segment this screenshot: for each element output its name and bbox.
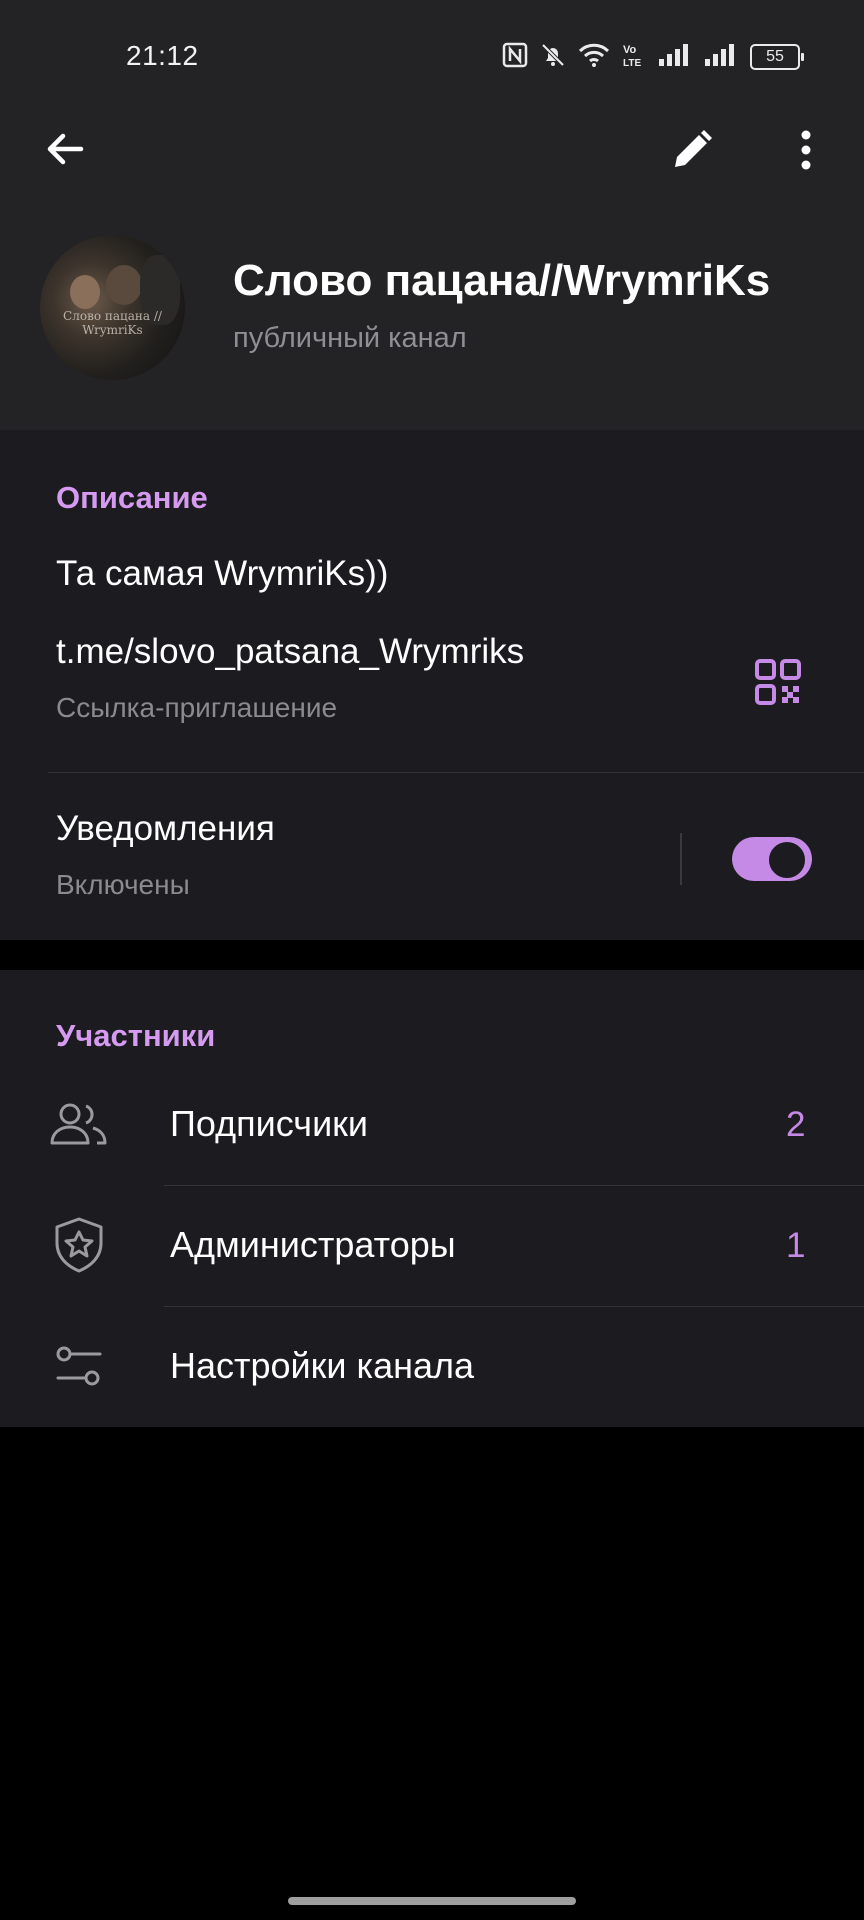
info-section: Описание Та самая WrymriKs)) t.me/slovo_…: [0, 430, 864, 940]
toggle-knob: [766, 839, 808, 881]
profile-header: 21:12 Vo LTE 55 Слово пацана // WrymriKs…: [0, 0, 864, 430]
battery-icon: 55: [750, 44, 804, 70]
channel-avatar[interactable]: Слово пацана // WrymriKs: [40, 235, 185, 380]
notifications-status: Включены: [56, 869, 190, 900]
description-text[interactable]: Та самая WrymriKs)): [56, 554, 388, 594]
invite-link-row[interactable]: t.me/slovo_patsana_Wrymriks Ссылка-пригл…: [0, 620, 864, 770]
back-button[interactable]: [36, 122, 94, 180]
qr-code-button[interactable]: [748, 654, 808, 714]
users-icon: [48, 1101, 108, 1152]
avatar-watermark: Слово пацана // WrymriKs: [63, 309, 162, 337]
svg-text:LTE: LTE: [623, 58, 641, 69]
home-indicator[interactable]: [288, 1897, 576, 1905]
shield-star-icon: [52, 1216, 106, 1279]
channel-settings-row[interactable]: Настройки канала: [0, 1307, 864, 1427]
more-vertical-icon: [800, 130, 812, 175]
battery-level: 55: [766, 48, 784, 65]
status-time: 21:12: [126, 40, 199, 71]
administrators-label: Администраторы: [170, 1224, 456, 1265]
avatar-figure: [106, 265, 142, 305]
invite-link-caption: Ссылка-приглашение: [56, 692, 338, 723]
sliders-icon: [54, 1343, 104, 1394]
notifications-label: Уведомления: [56, 809, 275, 848]
administrators-row[interactable]: Администраторы 1: [0, 1186, 864, 1306]
qr-code-icon: [754, 658, 802, 711]
members-header: Участники: [56, 1018, 216, 1053]
subscribers-count: 2: [786, 1105, 806, 1144]
edit-button[interactable]: [664, 124, 720, 180]
notifications-toggle[interactable]: [732, 837, 812, 881]
bell-off-icon: [540, 42, 566, 73]
arrow-left-icon: [43, 127, 87, 176]
channel-settings-label: Настройки канала: [170, 1345, 475, 1386]
members-section: Участники Подписчики 2 Администраторы 1: [0, 970, 864, 1427]
wifi-icon: [578, 42, 610, 73]
invite-link[interactable]: t.me/slovo_patsana_Wrymriks: [56, 632, 524, 672]
subscribers-label: Подписчики: [170, 1103, 369, 1144]
avatar-figure: [70, 275, 100, 309]
channel-name: Слово пацана//WrymriKs: [233, 256, 771, 305]
volte-icon: Vo LTE: [622, 41, 646, 74]
more-button[interactable]: [786, 124, 826, 180]
administrators-count: 1: [786, 1226, 806, 1265]
signal-icon: [658, 43, 692, 72]
notifications-row[interactable]: Уведомления Включены: [0, 773, 864, 940]
status-icons: Vo LTE 55: [502, 41, 804, 74]
vertical-divider: [680, 833, 682, 885]
channel-type: публичный канал: [233, 322, 467, 354]
nfc-icon: [502, 42, 528, 73]
description-header: Описание: [56, 480, 208, 515]
subscribers-row[interactable]: Подписчики 2: [0, 1065, 864, 1185]
pencil-icon: [671, 129, 713, 176]
signal-icon: [704, 43, 738, 72]
svg-text:Vo: Vo: [623, 44, 637, 56]
